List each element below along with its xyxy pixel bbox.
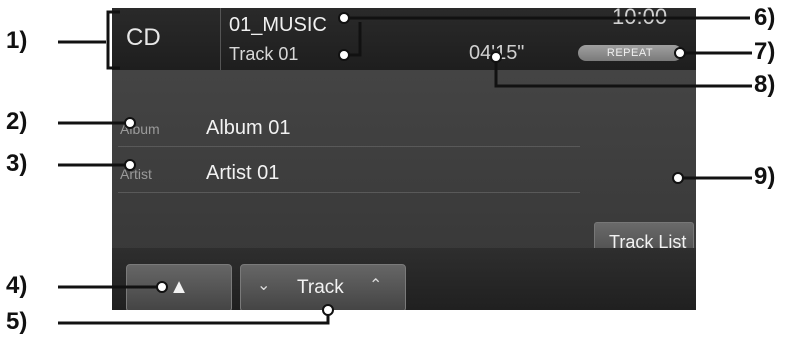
track-info-panel: Album Album 01 Artist Artist 01 Track Li… <box>112 70 696 270</box>
callout-9: 9) <box>754 163 776 190</box>
artist-label: Artist <box>120 166 152 182</box>
callout-4: 4) <box>6 272 28 299</box>
folder-name: 01_MUSIC <box>229 14 327 36</box>
divider <box>118 192 580 193</box>
track-name: Track 01 <box>229 44 299 64</box>
callout-5: 5) <box>6 308 28 335</box>
callout-3: 3) <box>6 150 28 177</box>
callout-6: 6) <box>754 4 776 31</box>
track-button-label: Track <box>297 277 344 298</box>
audio-source-label: CD <box>126 24 161 51</box>
cd-audio-screen: CD 01_MUSIC Track 01 10:00 REPEAT 04'15"… <box>112 8 696 310</box>
eject-button[interactable]: ▲ <box>126 264 232 310</box>
header-bar: CD 01_MUSIC Track 01 10:00 REPEAT 04'15" <box>112 8 696 70</box>
elapsed-time: 04'15" <box>469 42 525 64</box>
chevron-down-icon[interactable]: ⌄ <box>257 275 270 295</box>
repeat-indicator: REPEAT <box>578 45 682 61</box>
divider <box>118 146 580 147</box>
track-seek-button[interactable]: ⌄ Track ⌃ <box>240 264 406 310</box>
album-value: Album 01 <box>206 117 291 139</box>
album-label: Album <box>120 121 160 137</box>
artist-value: Artist 01 <box>206 162 280 184</box>
callout-1: 1) <box>6 27 28 54</box>
source-box: CD <box>112 8 221 70</box>
callout-7: 7) <box>754 38 776 65</box>
callout-8: 8) <box>754 71 776 98</box>
clock: 10:00 <box>612 8 668 29</box>
chevron-up-icon[interactable]: ⌃ <box>369 275 382 295</box>
callout-2: 2) <box>6 108 28 135</box>
